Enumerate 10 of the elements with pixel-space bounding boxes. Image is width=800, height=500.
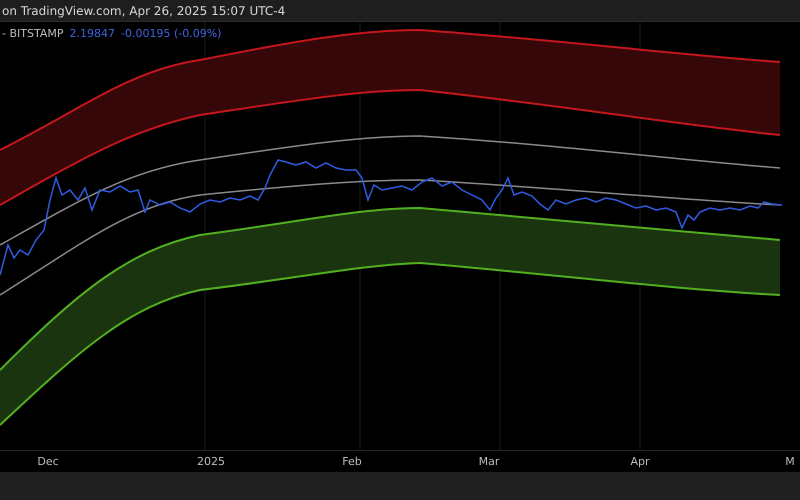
symbol-label: - BITSTAMP <box>2 27 64 40</box>
header-text: on TradingView.com, Apr 26, 2025 15:07 UTC-4 <box>2 4 286 18</box>
price-change: -0.00195 (-0.09%) <box>120 27 222 40</box>
axis-label: Apr <box>630 455 650 468</box>
axis-label: Dec <box>37 455 59 468</box>
price-value: 2.19847 <box>69 27 115 40</box>
axis-label: Feb <box>342 455 362 468</box>
axis-label: 2025 <box>197 455 225 468</box>
axis-label: Mar <box>478 455 500 468</box>
axis-label: M <box>785 455 795 468</box>
